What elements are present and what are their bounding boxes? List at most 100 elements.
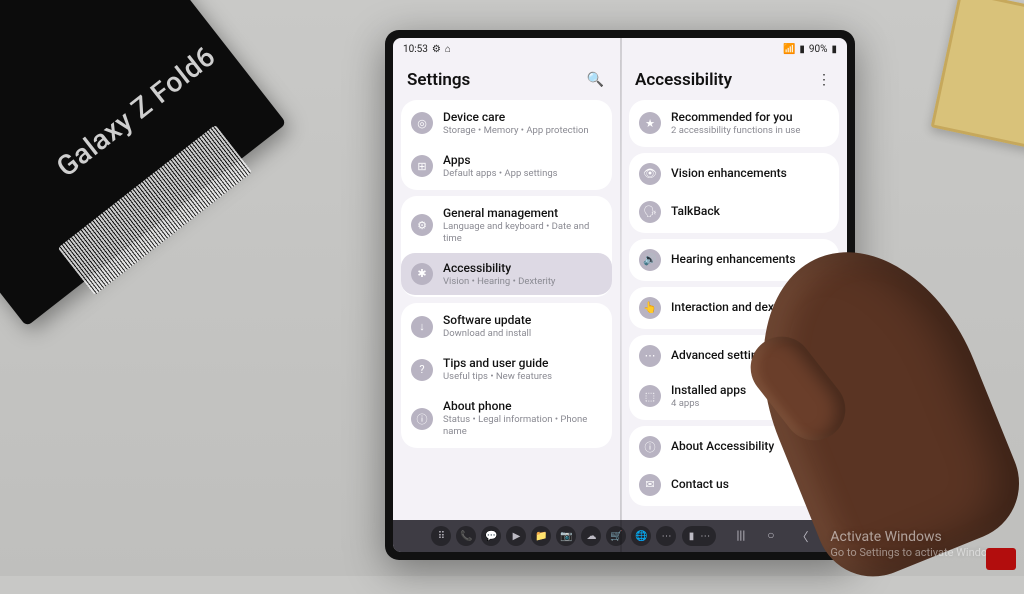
software-update-sub: Download and install bbox=[443, 328, 531, 340]
search-icon[interactable]: 🔍 bbox=[583, 73, 608, 87]
vision-label: Vision enhancements bbox=[671, 166, 787, 181]
talkback-label: TalkBack bbox=[671, 204, 720, 219]
status-bar: 10:53 ⚙ ⌂ 📶 ▮ 90% ▮ bbox=[393, 38, 847, 60]
tips-label: Tips and user guide bbox=[443, 356, 552, 371]
wifi-icon: 📶 bbox=[783, 44, 795, 55]
right-item-recommended[interactable]: ★ Recommended for you2 accessibility func… bbox=[629, 102, 839, 145]
accessibility-icon: ✱ bbox=[411, 263, 433, 285]
taskbar-icon-3[interactable]: ▶ bbox=[506, 526, 526, 546]
right-item-installed[interactable]: ⬚ Installed apps4 apps bbox=[629, 375, 839, 418]
right-group: 👁 Vision enhancements 🗣 TalkBack bbox=[629, 153, 839, 233]
apps-label: Apps bbox=[443, 153, 558, 168]
accessibility-sub: Vision • Hearing • Dexterity bbox=[443, 276, 555, 288]
vision-icon: 👁 bbox=[639, 163, 661, 185]
screen: 10:53 ⚙ ⌂ 📶 ▮ 90% ▮ Settings 🔍 ◎ Device c… bbox=[393, 38, 847, 552]
talkback-icon: 🗣 bbox=[639, 201, 661, 223]
tips-icon: ? bbox=[411, 359, 433, 381]
general-management-sub: Language and keyboard • Date and time bbox=[443, 221, 602, 245]
home-icon: ⌂ bbox=[445, 44, 451, 55]
device-care-sub: Storage • Memory • App protection bbox=[443, 125, 589, 137]
taskbar-icon-4[interactable]: 📁 bbox=[531, 526, 551, 546]
status-time: 10:53 bbox=[403, 44, 428, 55]
taskbar-icon-9[interactable]: ⋯ bbox=[656, 526, 676, 546]
general-management-label: General management bbox=[443, 206, 602, 221]
right-item-contact[interactable]: ✉Contact us bbox=[629, 466, 839, 504]
device-care-icon: ◎ bbox=[411, 112, 433, 134]
recommended-label: Recommended for you bbox=[671, 110, 800, 125]
settings-list: ◎ Device careStorage • Memory • App prote… bbox=[401, 100, 612, 520]
more-icon[interactable]: ⋮ bbox=[813, 73, 835, 87]
right-item-vision[interactable]: 👁 Vision enhancements bbox=[629, 155, 839, 193]
installed-icon: ⬚ bbox=[639, 385, 661, 407]
right-group: ⓘ About Accessibility ✉Contact us bbox=[629, 426, 839, 506]
advanced-icon: ⋯ bbox=[639, 345, 661, 367]
windows-watermark: Activate Windows Go to Settings to activ… bbox=[830, 528, 1004, 560]
hearing-icon: 🔊 bbox=[639, 249, 661, 271]
taskbar-icon-8[interactable]: 🌐 bbox=[631, 526, 651, 546]
right-item-hearing[interactable]: 🔊 Hearing enhancements bbox=[629, 241, 839, 279]
about-accessibility-icon: ⓘ bbox=[639, 436, 661, 458]
taskbar-icon-1[interactable]: 📞 bbox=[456, 526, 476, 546]
recommended-icon: ★ bbox=[639, 112, 661, 134]
software-update-label: Software update bbox=[443, 313, 531, 328]
nav-bar: ||| ○ 〈 bbox=[736, 528, 808, 545]
nav-home[interactable]: ○ bbox=[767, 528, 774, 545]
right-item-about-accessibility[interactable]: ⓘ About Accessibility bbox=[629, 428, 839, 466]
watermark-title: Activate Windows bbox=[830, 528, 1004, 546]
taskbar-icon-2[interactable]: 💬 bbox=[481, 526, 501, 546]
taskbar: ⠿📞💬▶📁📷☁🛒🌐⋯ ▮⋯ ||| ○ 〈 bbox=[393, 520, 847, 552]
left-item-software-update[interactable]: ↓Software updateDownload and install bbox=[401, 305, 612, 348]
taskbar-icon-0[interactable]: ⠿ bbox=[431, 526, 451, 546]
left-item-general-management[interactable]: ⚙ General managementLanguage and keyboard… bbox=[401, 198, 612, 253]
settings-pane: Settings 🔍 ◎ Device careStorage • Memory … bbox=[393, 60, 620, 520]
settings-title: Settings bbox=[407, 70, 470, 90]
left-item-accessibility[interactable]: ✱ AccessibilityVision • Hearing • Dexteri… bbox=[401, 253, 612, 296]
left-item-device-care[interactable]: ◎ Device careStorage • Memory • App prote… bbox=[401, 102, 612, 145]
taskbar-icon-6[interactable]: ☁ bbox=[581, 526, 601, 546]
gear-icon: ⚙ bbox=[432, 44, 441, 55]
installed-label: Installed apps bbox=[671, 383, 746, 398]
interaction-icon: 👆 bbox=[639, 297, 661, 319]
apps-sub: Default apps • App settings bbox=[443, 168, 558, 180]
about-phone-sub: Status • Legal information • Phone name bbox=[443, 414, 602, 438]
right-group: ⋯ Advanced settings ⬚ Installed apps4 apps bbox=[629, 335, 839, 420]
about-phone-label: About phone bbox=[443, 399, 602, 414]
advanced-label: Advanced settings bbox=[671, 348, 770, 363]
apps-icon: ⊞ bbox=[411, 155, 433, 177]
tips-sub: Useful tips • New features bbox=[443, 371, 552, 383]
installed-sub: 4 apps bbox=[671, 398, 746, 410]
left-item-apps[interactable]: ⊞ AppsDefault apps • App settings bbox=[401, 145, 612, 188]
left-group: ↓Software updateDownload and install? Tip… bbox=[401, 303, 612, 448]
interaction-label: Interaction and dexterity bbox=[671, 300, 802, 315]
taskbar-icon-5[interactable]: 📷 bbox=[556, 526, 576, 546]
about-accessibility-label: About Accessibility bbox=[671, 439, 774, 454]
contact-label: Contact us bbox=[671, 477, 729, 492]
taskbar-pill[interactable]: ▮⋯ bbox=[682, 526, 716, 546]
accessibility-list: ★ Recommended for you2 accessibility func… bbox=[629, 100, 839, 520]
accessibility-title: Accessibility bbox=[635, 70, 732, 90]
nav-back[interactable]: 〈 bbox=[797, 528, 809, 545]
right-group: ★ Recommended for you2 accessibility func… bbox=[629, 100, 839, 147]
right-group: 👆 Interaction and dexterity bbox=[629, 287, 839, 329]
left-item-about-phone[interactable]: ⓘ About phoneStatus • Legal information •… bbox=[401, 391, 612, 446]
left-item-tips[interactable]: ? Tips and user guideUseful tips • New fe… bbox=[401, 348, 612, 391]
nav-recent[interactable]: ||| bbox=[736, 528, 745, 545]
right-group: 🔊 Hearing enhancements bbox=[629, 239, 839, 281]
accessibility-pane: Accessibility ⋮ ★ Recommended for you2 ac… bbox=[620, 60, 847, 520]
device-care-label: Device care bbox=[443, 110, 589, 125]
right-item-talkback[interactable]: 🗣 TalkBack bbox=[629, 193, 839, 231]
right-item-advanced[interactable]: ⋯ Advanced settings bbox=[629, 337, 839, 375]
taskbar-icon-7[interactable]: 🛒 bbox=[606, 526, 626, 546]
watermark-sub: Go to Settings to activate Windows. bbox=[830, 546, 1004, 560]
battery-text: 90% bbox=[809, 44, 828, 55]
recommended-sub: 2 accessibility functions in use bbox=[671, 125, 800, 137]
left-group: ◎ Device careStorage • Memory • App prote… bbox=[401, 100, 612, 190]
about-phone-icon: ⓘ bbox=[411, 408, 433, 430]
general-management-icon: ⚙ bbox=[411, 214, 433, 236]
tablet-device: 10:53 ⚙ ⌂ 📶 ▮ 90% ▮ Settings 🔍 ◎ Device c… bbox=[385, 30, 855, 560]
hearing-label: Hearing enhancements bbox=[671, 252, 796, 267]
right-item-interaction[interactable]: 👆 Interaction and dexterity bbox=[629, 289, 839, 327]
accessibility-label: Accessibility bbox=[443, 261, 555, 276]
youtube-badge bbox=[986, 548, 1016, 570]
signal-icon: ▮ bbox=[799, 44, 805, 55]
